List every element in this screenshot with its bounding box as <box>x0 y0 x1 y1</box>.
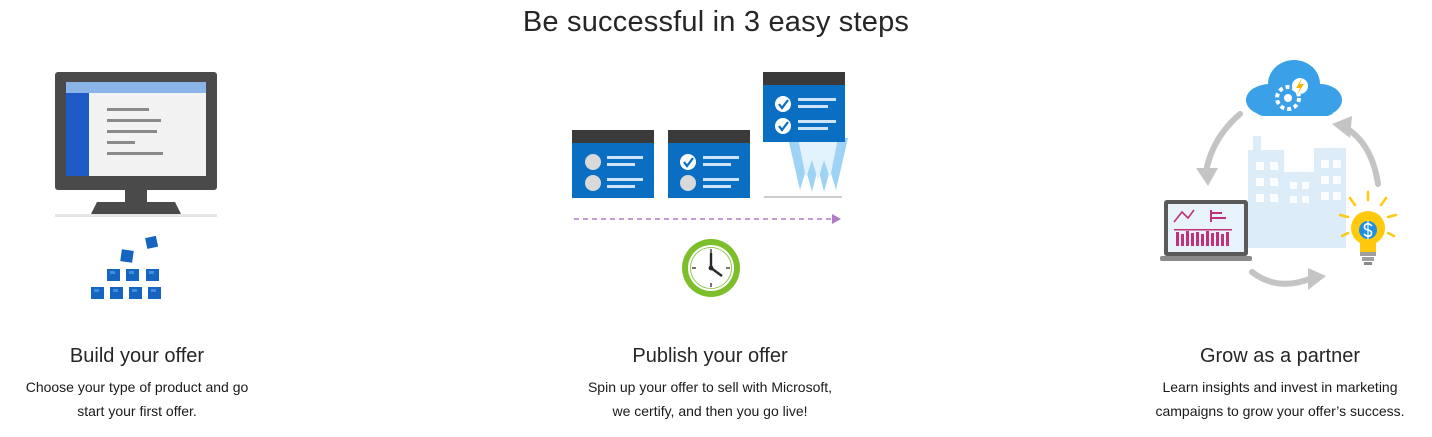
step-publish-offer: Publish your offer Spin up your offer to… <box>550 0 870 437</box>
step-description-line: Learn insights and invest in marketing <box>1162 379 1398 395</box>
step-heading: Publish your offer <box>632 345 788 367</box>
publish-cards-clock-icon <box>572 72 848 297</box>
clock-icon <box>682 239 740 297</box>
cloud-city-growth-icon <box>1160 60 1398 290</box>
analytics-laptop-icon <box>1160 200 1252 261</box>
step-heading: Build your offer <box>69 345 205 367</box>
step-description-line: campaigns to grow your offer’s success. <box>1155 403 1405 419</box>
step-grow-partner: Grow as a partner Learn insights and inv… <box>1128 0 1432 437</box>
step-heading: Grow as a partner <box>1199 345 1361 367</box>
step-description: Learn insights and invest in marketing c… <box>1128 375 1432 423</box>
offer-card-check-icon <box>668 130 750 198</box>
monitor-with-blocks-icon <box>55 72 217 299</box>
step-description-line: Choose your type of product and go <box>25 379 249 395</box>
step-description-line: Spin up your offer to sell with Microsof… <box>587 379 833 395</box>
cloud-icon <box>1246 60 1342 116</box>
step-description: Spin up your offer to sell with Microsof… <box>550 375 870 423</box>
offer-card-icon <box>572 130 654 198</box>
launched-card-icon <box>763 72 848 192</box>
lightbulb-icon <box>1338 190 1398 265</box>
step-description: Choose your type of product and go start… <box>0 375 274 423</box>
step-build-offer: Build your offer Choose your type of pro… <box>0 0 274 437</box>
step-description-line: we certify, and then you go live! <box>612 403 808 419</box>
step-description-line: start your first offer. <box>77 403 197 419</box>
